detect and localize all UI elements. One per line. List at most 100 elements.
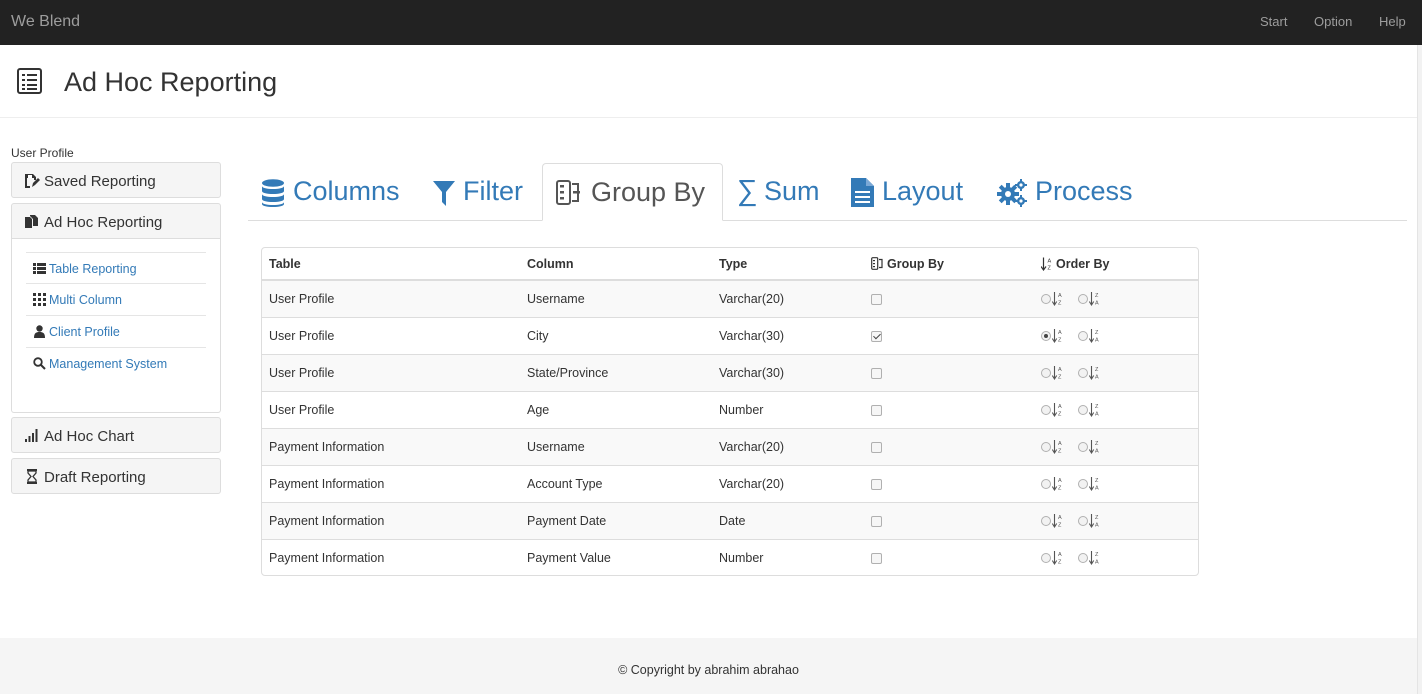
svg-text:Z: Z xyxy=(1095,478,1099,484)
order-asc-radio[interactable] xyxy=(1041,479,1051,489)
order-asc-radio[interactable] xyxy=(1041,405,1051,415)
svg-text:Z: Z xyxy=(1095,404,1099,410)
order-desc-radio[interactable] xyxy=(1078,553,1088,563)
tab-group-by[interactable]: Group By xyxy=(542,163,723,221)
sort-alpha-asc-icon: A Z xyxy=(1041,257,1052,271)
svg-text:Z: Z xyxy=(1095,330,1099,336)
sort-alpha-desc-icon: ZA xyxy=(1088,550,1101,566)
sidebar-item-management-system[interactable]: Management System xyxy=(26,348,206,380)
order-desc-radio[interactable] xyxy=(1078,479,1088,489)
svg-text:A: A xyxy=(1095,449,1099,455)
cell-table: User Profile xyxy=(269,403,335,417)
table-row: Payment Information Account Type Varchar(2… xyxy=(262,465,1198,502)
order-asc-radio[interactable] xyxy=(1041,442,1051,452)
cell-table: User Profile xyxy=(269,366,335,380)
list-alt-icon xyxy=(17,68,42,94)
search-icon xyxy=(33,357,46,370)
sidebar-item-table-reporting[interactable]: Table Reporting xyxy=(26,252,206,284)
svg-text:A: A xyxy=(1095,523,1099,529)
tab-sum[interactable]: ∑ Sum xyxy=(730,163,834,221)
nav-start-link[interactable]: Start xyxy=(1260,14,1287,29)
sort-alpha-desc-icon: ZA xyxy=(1088,439,1101,455)
brand-logo[interactable]: We Blend xyxy=(11,13,80,31)
group-by-checkbox[interactable] xyxy=(871,331,882,342)
svg-text:A: A xyxy=(1048,259,1052,265)
sidebar-panel-draft-reporting[interactable]: Draft Reporting xyxy=(11,458,221,494)
sort-alpha-asc-icon: AZ xyxy=(1051,291,1064,307)
tab-label: Filter xyxy=(463,176,523,206)
sidebar-item-client-profile[interactable]: Client Profile xyxy=(26,316,206,348)
svg-text:A: A xyxy=(1058,552,1062,558)
order-asc-radio[interactable] xyxy=(1041,553,1051,563)
svg-text:Z: Z xyxy=(1058,486,1062,492)
footer: © Copyright by abrahim abrahao xyxy=(0,638,1417,694)
cell-column: Payment Date xyxy=(527,514,607,528)
tab-filter[interactable]: Filter xyxy=(424,163,534,221)
table-row: User Profile State/Province Varchar(30) A Z Z… xyxy=(262,354,1198,391)
group-by-checkbox[interactable] xyxy=(871,368,882,379)
group-by-checkbox[interactable] xyxy=(871,294,882,305)
column-header-table: Table xyxy=(269,257,301,271)
cell-table: Payment Information xyxy=(269,477,385,491)
order-asc-radio[interactable] xyxy=(1041,331,1051,341)
table-row: Payment Information Payment Value Number A Z… xyxy=(262,539,1198,575)
svg-text:A: A xyxy=(1095,338,1099,344)
sort-alpha-desc-icon: ZA xyxy=(1088,476,1101,492)
sidebar-panel-label: Ad Hoc Chart xyxy=(44,428,135,445)
order-asc-radio[interactable] xyxy=(1041,294,1051,304)
group-by-checkbox[interactable] xyxy=(871,442,882,453)
sidebar-item-multi-column[interactable]: Multi Column xyxy=(26,284,206,316)
top-navbar: We Blend Start Option Help xyxy=(0,0,1422,45)
group-by-checkbox[interactable] xyxy=(871,516,882,527)
nav-help-link[interactable]: Help xyxy=(1379,14,1406,29)
cell-type: Varchar(30) xyxy=(719,329,785,343)
group-by-checkbox[interactable] xyxy=(871,405,882,416)
order-asc-radio[interactable] xyxy=(1041,516,1051,526)
order-desc-radio[interactable] xyxy=(1078,294,1088,304)
sidebar-panel-ad-hoc-chart[interactable]: Ad Hoc Chart xyxy=(11,417,221,453)
order-desc-radio[interactable] xyxy=(1078,405,1088,415)
sidebar-panel-label: Saved Reporting xyxy=(44,173,156,190)
th-list-icon xyxy=(33,263,46,274)
sum-icon: ∑ xyxy=(737,175,758,207)
sort-alpha-asc-icon: AZ xyxy=(1051,476,1064,492)
tab-label: Layout xyxy=(882,176,964,206)
svg-text:A: A xyxy=(1095,486,1099,492)
group-by-checkbox[interactable] xyxy=(871,553,882,564)
table-row: Payment Information Payment Date Date A Z Z A xyxy=(262,502,1198,539)
svg-text:A: A xyxy=(1095,301,1099,307)
sort-alpha-asc-icon: AZ xyxy=(1051,550,1064,566)
svg-text:Z: Z xyxy=(1095,552,1099,558)
cell-table: Payment Information xyxy=(269,514,385,528)
svg-text:Z: Z xyxy=(1058,375,1062,381)
cell-type: Number xyxy=(719,403,764,417)
svg-text:A: A xyxy=(1095,560,1099,566)
tab-label: Sum xyxy=(764,176,820,206)
sidebar-item-label: Management System xyxy=(49,357,168,371)
svg-text:A: A xyxy=(1058,293,1062,299)
th-icon xyxy=(33,293,46,306)
sort-alpha-desc-icon: ZA xyxy=(1088,513,1101,529)
sidebar-panel-saved-reporting[interactable]: Saved Reporting xyxy=(11,162,221,198)
nav-option-link[interactable]: Option xyxy=(1314,14,1352,29)
user-icon xyxy=(34,325,45,338)
order-desc-radio[interactable] xyxy=(1078,442,1088,452)
signal-icon xyxy=(25,429,38,442)
sidebar-caption: User Profile xyxy=(11,146,74,160)
window-scrollbar[interactable] xyxy=(1417,45,1422,694)
sidebar-panel-label: Draft Reporting xyxy=(44,469,146,486)
table-row: User Profile Username Varchar(20) A Z Z A xyxy=(262,280,1198,317)
column-header-group-by: Group By xyxy=(887,257,944,271)
tab-label: Columns xyxy=(293,176,400,206)
tab-process[interactable]: Process xyxy=(990,163,1150,221)
tab-columns[interactable]: Columns xyxy=(249,163,419,221)
tab-layout[interactable]: Layout xyxy=(843,163,983,221)
order-desc-radio[interactable] xyxy=(1078,331,1088,341)
order-desc-radio[interactable] xyxy=(1078,516,1088,526)
order-asc-radio[interactable] xyxy=(1041,368,1051,378)
group-by-checkbox[interactable] xyxy=(871,479,882,490)
sidebar-panel-ad-hoc-reporting[interactable]: Ad Hoc Reporting xyxy=(11,203,221,239)
order-desc-radio[interactable] xyxy=(1078,368,1088,378)
svg-text:Z: Z xyxy=(1058,560,1062,566)
svg-text:Z: Z xyxy=(1058,449,1062,455)
